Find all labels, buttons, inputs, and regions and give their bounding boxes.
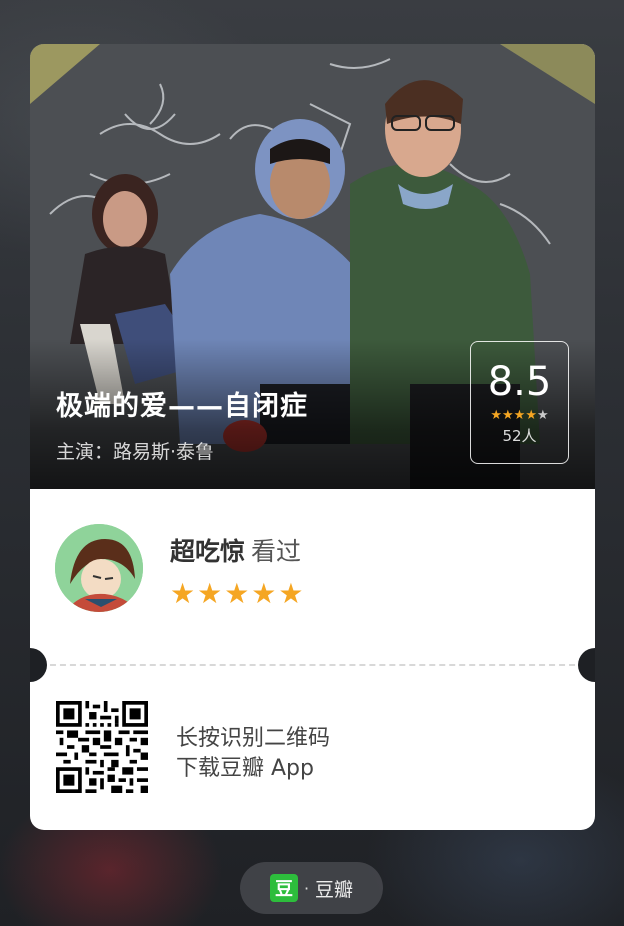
reviewer-name: 超吃惊 看过	[170, 532, 301, 568]
brand-name: 豆瓣	[315, 878, 354, 901]
avatar-illustration-icon	[55, 524, 143, 612]
rating-half-star-icon: ★	[536, 408, 549, 423]
qr-download-text: 下载豆瓣 App	[176, 756, 314, 781]
rating-count: 52人	[502, 427, 537, 445]
movie-poster: 极端的爱——自闭症 主演：路易斯·泰鲁 8.5 ★★★★★ 52人	[30, 44, 595, 489]
qr-instruction: 长按识别二维码	[176, 726, 331, 751]
reviewer-section: 超吃惊 看过 ★★★★★	[30, 489, 595, 664]
reviewer-action: 看过	[251, 537, 302, 566]
douban-brand-badge[interactable]: 豆 · 豆瓣	[240, 862, 383, 914]
qr-section: 长按识别二维码 下载豆瓣 App	[30, 666, 595, 830]
share-card: 极端的爱——自闭症 主演：路易斯·泰鲁 8.5 ★★★★★ 52人 超吃惊看过	[30, 44, 595, 830]
avatar	[55, 524, 143, 612]
brand-separator: ·	[303, 878, 310, 898]
movie-cast: 主演：路易斯·泰鲁	[56, 441, 215, 463]
movie-title: 极端的爱——自闭症	[56, 391, 308, 422]
rating-badge: 8.5 ★★★★★ 52人	[470, 341, 569, 464]
reviewer-stars: ★★★★★	[170, 577, 306, 610]
qr-code-icon[interactable]	[56, 701, 148, 793]
reviewer-username: 超吃惊	[170, 537, 246, 566]
rating-stars: ★★★★★	[471, 408, 568, 423]
rating-full-stars: ★★★★	[490, 408, 537, 423]
douban-logo-icon: 豆	[269, 874, 298, 902]
rating-score: 8.5	[487, 359, 552, 405]
